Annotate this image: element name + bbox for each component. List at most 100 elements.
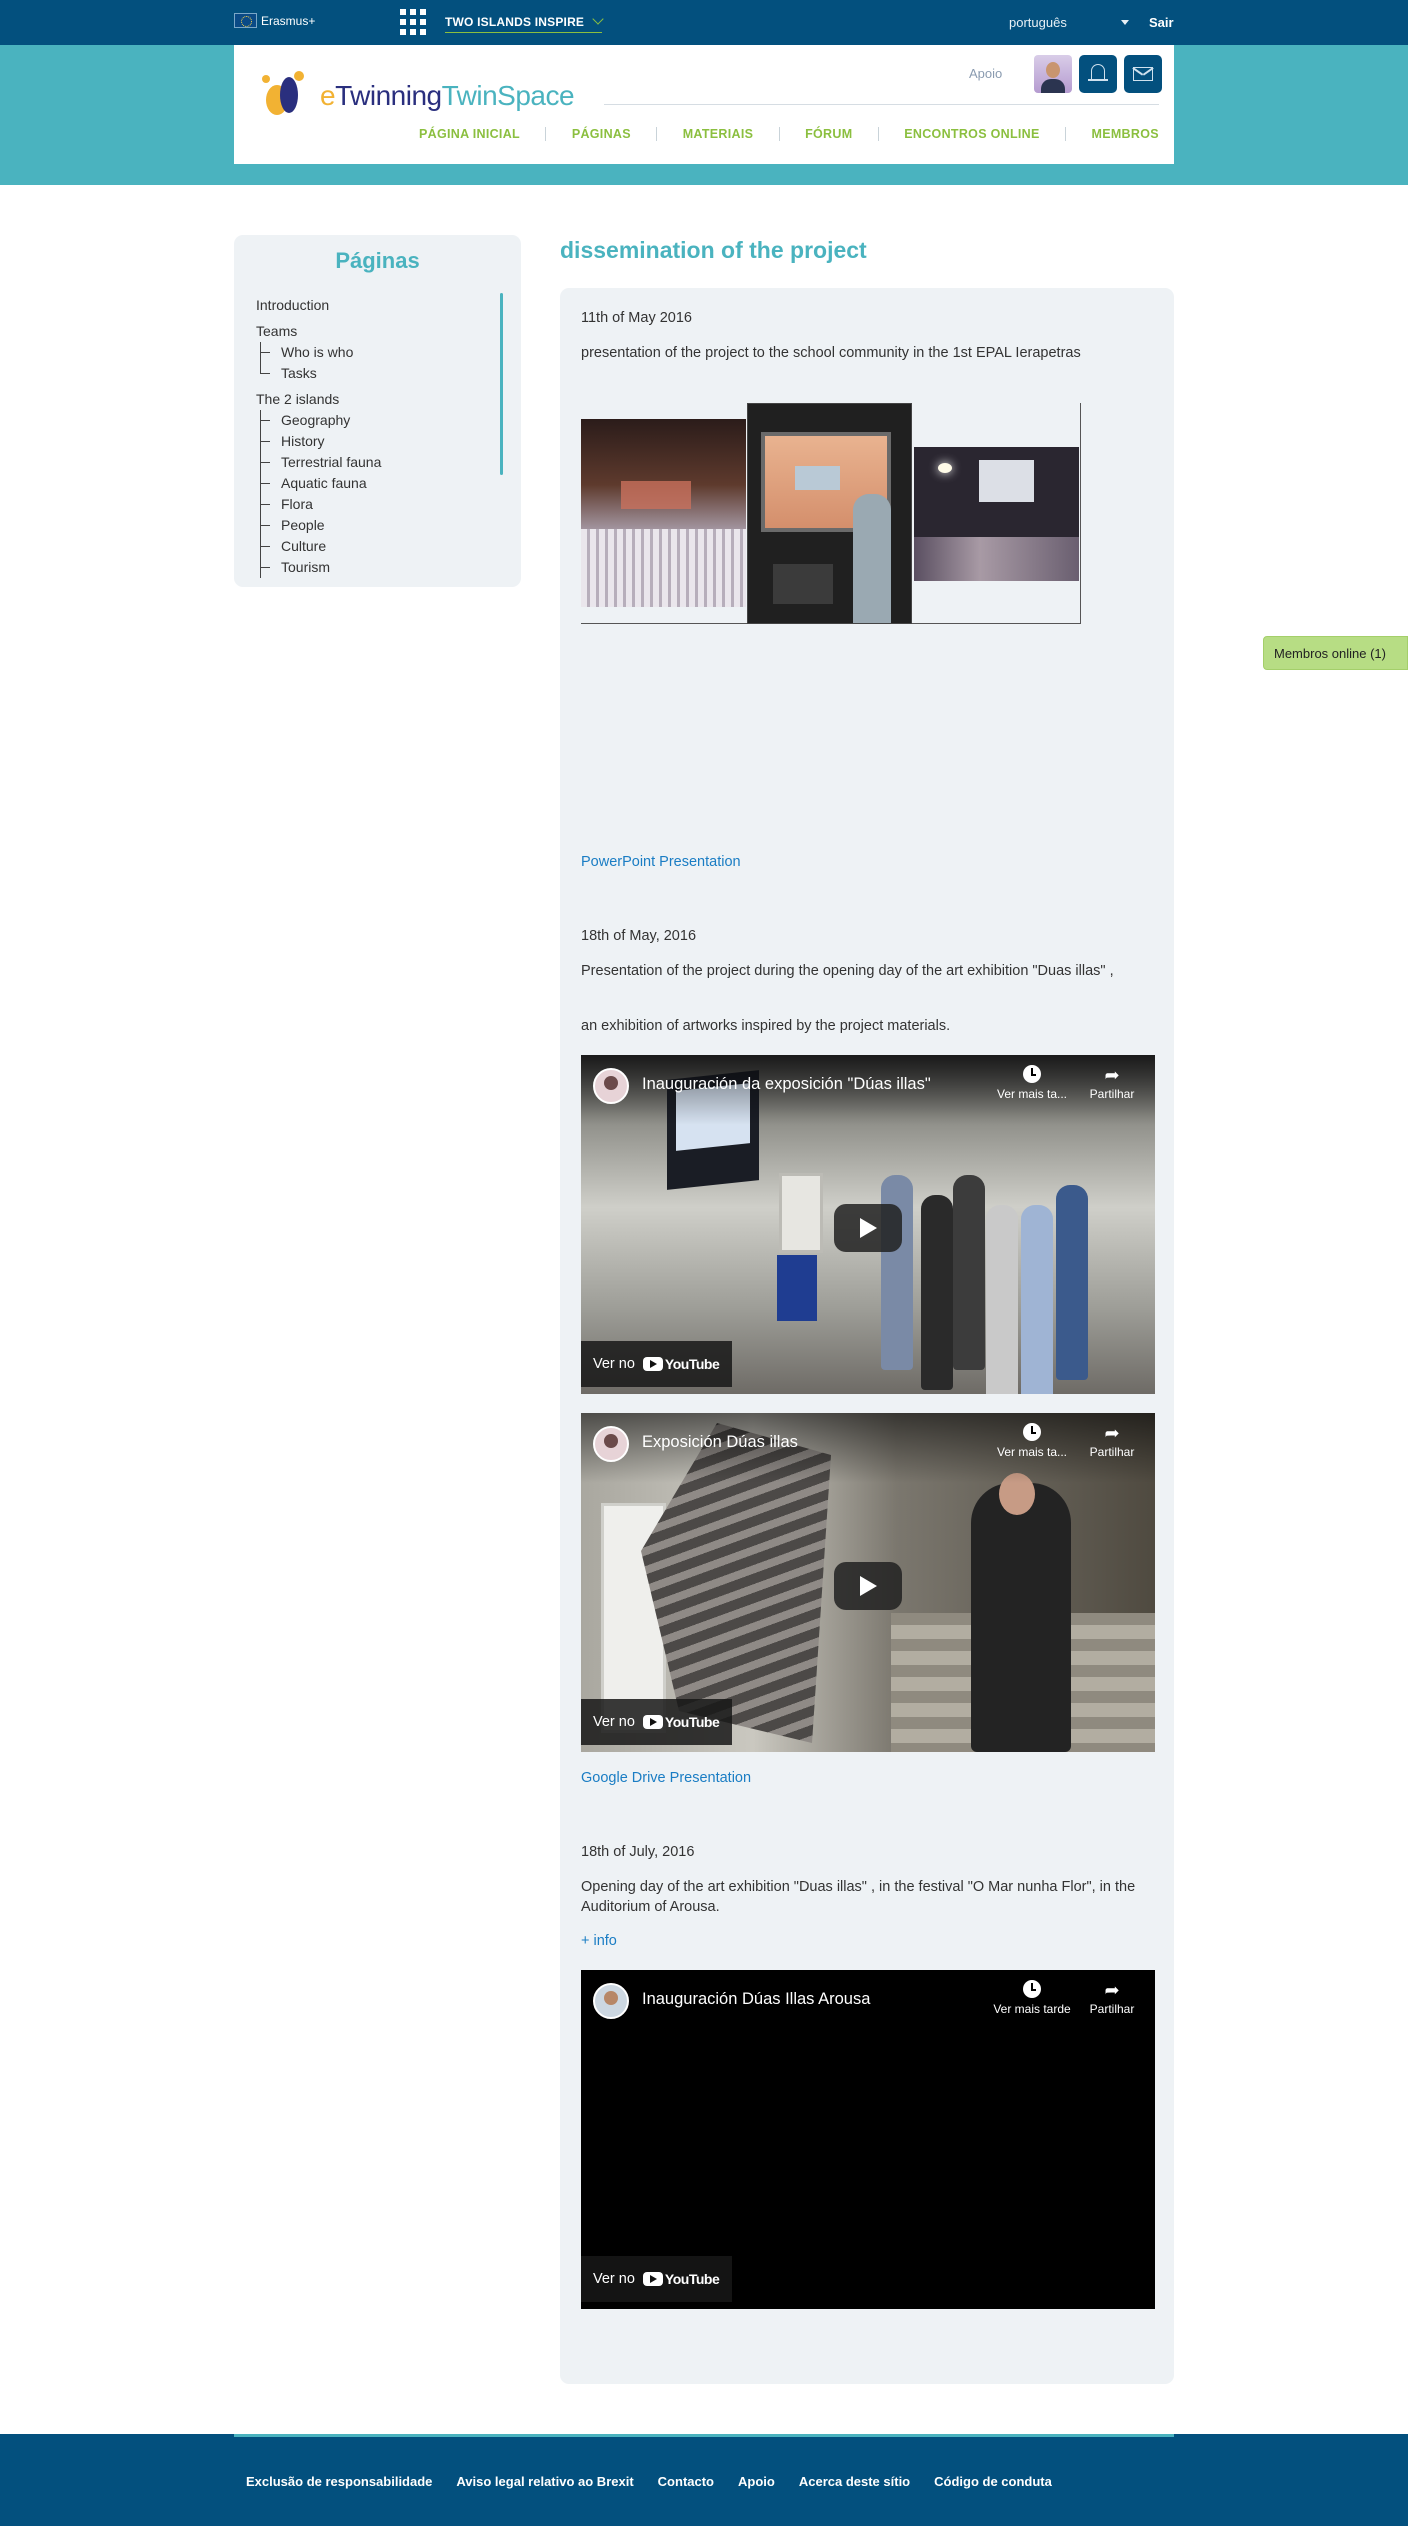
sidebar-item-teams[interactable]: Teams [256, 321, 496, 342]
footer-links: Exclusão de responsabilidade Aviso legal… [246, 2474, 1076, 2489]
bell-icon [1091, 64, 1105, 79]
messages-button[interactable] [1124, 55, 1162, 93]
header-card: eTwinningTwinSpace Apoio PÁGINA INICIAL … [234, 45, 1174, 164]
section3-text: Opening day of the art exhibition "Duas … [581, 1879, 1136, 1915]
pages-sidebar: Páginas Introduction Teams Who is who Ta… [234, 235, 521, 587]
eu-flag-icon [234, 13, 257, 28]
chevron-down-icon [592, 13, 604, 25]
section2-date: 18th of May, 2016 [581, 928, 697, 944]
sidebar-item-tasks[interactable]: Tasks [256, 363, 496, 384]
sidebar-item-flora[interactable]: Flora [256, 494, 496, 515]
footer-about-link[interactable]: Acerca deste sítio [799, 2474, 910, 2489]
section1-text: presentation of the project to the schoo… [581, 345, 1081, 361]
video-title[interactable]: Inauguración Dúas Illas Arousa [642, 1990, 870, 2009]
etwinning-logo[interactable]: eTwinningTwinSpace [258, 67, 575, 125]
envelope-icon [1133, 67, 1153, 81]
youtube-logo-icon [642, 1357, 663, 1371]
sidebar-item-culture[interactable]: Culture [256, 536, 496, 557]
google-drive-link[interactable]: Google Drive Presentation [581, 1770, 751, 1786]
language-value: português [1009, 15, 1067, 30]
etwinning-logo-icon [258, 67, 318, 125]
play-button[interactable] [834, 1204, 902, 1252]
section1-date: 11th of May 2016 [581, 310, 692, 326]
support-link[interactable]: Apoio [969, 66, 1002, 81]
sidebar-item-the-2-islands[interactable]: The 2 islands [256, 389, 496, 410]
logo-text: eTwinningTwinSpace [320, 80, 575, 111]
video-player[interactable]: Inauguración Dúas Illas Arousa Ver mais … [581, 1970, 1155, 2309]
sidebar-title: Páginas [335, 248, 420, 273]
nav-materials[interactable]: MATERIAIS [683, 127, 754, 141]
footer-accent-line [234, 2434, 1174, 2437]
pages-tree: Introduction Teams Who is who Tasks The … [256, 295, 496, 578]
footer-disclaimer-link[interactable]: Exclusão de responsabilidade [246, 2474, 432, 2489]
video-player[interactable]: Exposición Dúas illas Ver mais ta... ➦ Pa… [581, 1413, 1155, 1752]
sidebar-scrollbar[interactable] [500, 293, 503, 475]
sidebar-item-terrestrial-fauna[interactable]: Terrestrial fauna [256, 452, 496, 473]
watch-later-button[interactable]: Ver mais tarde [993, 1980, 1071, 2016]
share-arrow-icon: ➦ [1104, 1980, 1120, 2000]
photo-gallery [581, 403, 1081, 624]
section2-text: Presentation of the project during the o… [581, 963, 1114, 979]
user-avatar[interactable] [1034, 55, 1072, 93]
more-info-link[interactable]: + info [581, 1933, 617, 1949]
channel-avatar[interactable] [593, 1426, 629, 1462]
watch-later-button[interactable]: Ver mais ta... [997, 1423, 1067, 1459]
share-arrow-icon: ➦ [1104, 1065, 1120, 1085]
sidebar-item-who-is-who[interactable]: Who is who [256, 342, 496, 363]
nav-divider [545, 127, 547, 141]
erasmus-link[interactable]: Erasmus+ [234, 13, 315, 28]
gallery-photo-auditorium[interactable] [581, 419, 746, 607]
video-player[interactable]: Inauguración da exposición "Dúas illas" … [581, 1055, 1155, 1394]
sidebar-item-introduction[interactable]: Introduction [256, 295, 496, 316]
sidebar-item-tourism[interactable]: Tourism [256, 557, 496, 578]
nav-home[interactable]: PÁGINA INICIAL [419, 127, 520, 141]
clock-icon [1023, 1065, 1041, 1083]
video-title[interactable]: Inauguración da exposición "Dúas illas" [642, 1075, 931, 1094]
nav-divider [877, 127, 879, 141]
footer-contact-link[interactable]: Contacto [658, 2474, 714, 2489]
channel-avatar[interactable] [593, 1068, 629, 1104]
sidebar-item-people[interactable]: People [256, 515, 496, 536]
watch-on-youtube-button[interactable]: Ver no YouTube [581, 1341, 732, 1387]
erasmus-label: Erasmus+ [261, 13, 316, 28]
gallery-photo-presenter[interactable] [747, 403, 912, 624]
logout-link[interactable]: Sair [1149, 15, 1174, 30]
share-button[interactable]: ➦ Partilhar [1082, 1065, 1142, 1101]
apps-grid-icon[interactable] [400, 9, 426, 35]
footer-brexit-link[interactable]: Aviso legal relativo ao Brexit [456, 2474, 633, 2489]
gallery-photo-screen[interactable] [914, 447, 1079, 581]
section2-text-2: an exhibition of artworks inspired by th… [581, 1018, 951, 1034]
powerpoint-link[interactable]: PowerPoint Presentation [581, 854, 741, 870]
notifications-button[interactable] [1079, 55, 1117, 93]
sidebar-item-history[interactable]: History [256, 431, 496, 452]
nav-members[interactable]: MEMBROS [1091, 127, 1158, 141]
main-nav: PÁGINA INICIAL PÁGINAS MATERIAIS FÓRUM E… [419, 127, 1159, 141]
top-bar: Erasmus+ TWO ISLANDS INSPIRE português S… [0, 0, 1408, 45]
clock-icon [1023, 1423, 1041, 1441]
share-button[interactable]: ➦ Partilhar [1082, 1980, 1142, 2016]
youtube-logo-icon [642, 2272, 663, 2286]
footer-code-of-conduct-link[interactable]: Código de conduta [934, 2474, 1052, 2489]
footer: Exclusão de responsabilidade Aviso legal… [0, 2434, 1408, 2526]
sidebar-item-geography[interactable]: Geography [256, 410, 496, 431]
project-selector[interactable]: TWO ISLANDS INSPIRE [445, 13, 604, 33]
members-online-tab[interactable]: Membros online (1) [1263, 636, 1408, 670]
header-divider [604, 104, 1159, 105]
youtube-logo-icon [642, 1715, 663, 1729]
nav-online-meetings[interactable]: ENCONTROS ONLINE [904, 127, 1039, 141]
play-button[interactable] [834, 1562, 902, 1610]
language-select[interactable]: português [1009, 15, 1129, 30]
watch-on-youtube-button[interactable]: Ver no YouTube [581, 2256, 732, 2302]
nav-divider [778, 127, 780, 141]
watch-later-button[interactable]: Ver mais ta... [997, 1065, 1067, 1101]
channel-avatar[interactable] [593, 1983, 629, 2019]
share-button[interactable]: ➦ Partilhar [1082, 1423, 1142, 1459]
nav-forum[interactable]: FÓRUM [805, 127, 852, 141]
video-title[interactable]: Exposición Dúas illas [642, 1433, 798, 1452]
nav-pages[interactable]: PÁGINAS [572, 127, 631, 141]
watch-on-youtube-button[interactable]: Ver no YouTube [581, 1699, 732, 1745]
footer-support-link[interactable]: Apoio [738, 2474, 775, 2489]
nav-divider [1065, 127, 1067, 141]
sidebar-item-aquatic-fauna[interactable]: Aquatic fauna [256, 473, 496, 494]
clock-icon [1023, 1980, 1041, 1998]
